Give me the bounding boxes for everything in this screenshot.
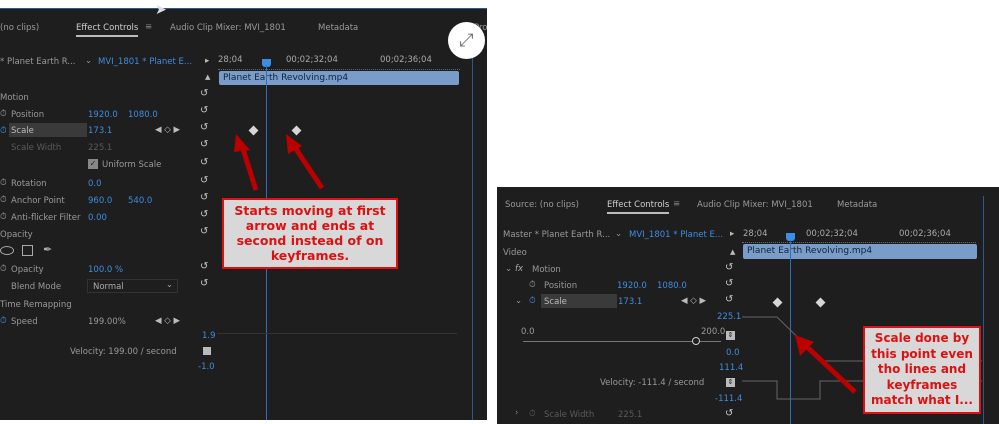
annotation-arrow-right [795,335,857,394]
arrow-3 [803,343,857,394]
